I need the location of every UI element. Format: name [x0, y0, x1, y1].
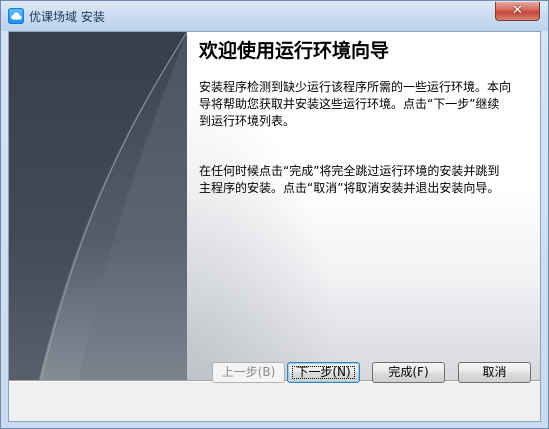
back-button[interactable]: 上一步(B) [212, 362, 285, 383]
cancel-button[interactable]: 取消 [458, 362, 531, 383]
finish-button[interactable]: 完成(F) [372, 362, 445, 383]
wizard-side-banner [9, 32, 187, 380]
installer-window: 优课场域 安装 ✕ 欢迎使用运行环境向导 安装程序检测到缺少运行该程序所需的一些… [0, 0, 549, 429]
cancel-button-label: 取消 [482, 365, 507, 379]
title-bar[interactable]: 优课场域 安装 ✕ [1, 1, 548, 31]
close-button[interactable]: ✕ [495, 2, 540, 21]
wizard-heading: 欢迎使用运行环境向导 [199, 40, 390, 62]
window-title: 优课场域 安装 [29, 10, 105, 24]
finish-button-label: 完成(F) [388, 365, 429, 379]
finish-info-paragraph: 在任何时候点击“完成”将完全跳过运行环境的安装并跳到主程序的安装。点击“取消”将… [199, 164, 500, 195]
intro-paragraph: 安装程序检测到缺少运行该程序所需的一些运行环境。本向导将帮助您获取并安装这些运行… [199, 80, 512, 128]
next-button[interactable]: 下一步(N) [287, 362, 360, 383]
close-icon: ✕ [512, 3, 523, 18]
back-button-label: 上一步(B) [221, 365, 276, 379]
cloud-icon [8, 8, 24, 24]
focus-indicator [292, 366, 355, 379]
